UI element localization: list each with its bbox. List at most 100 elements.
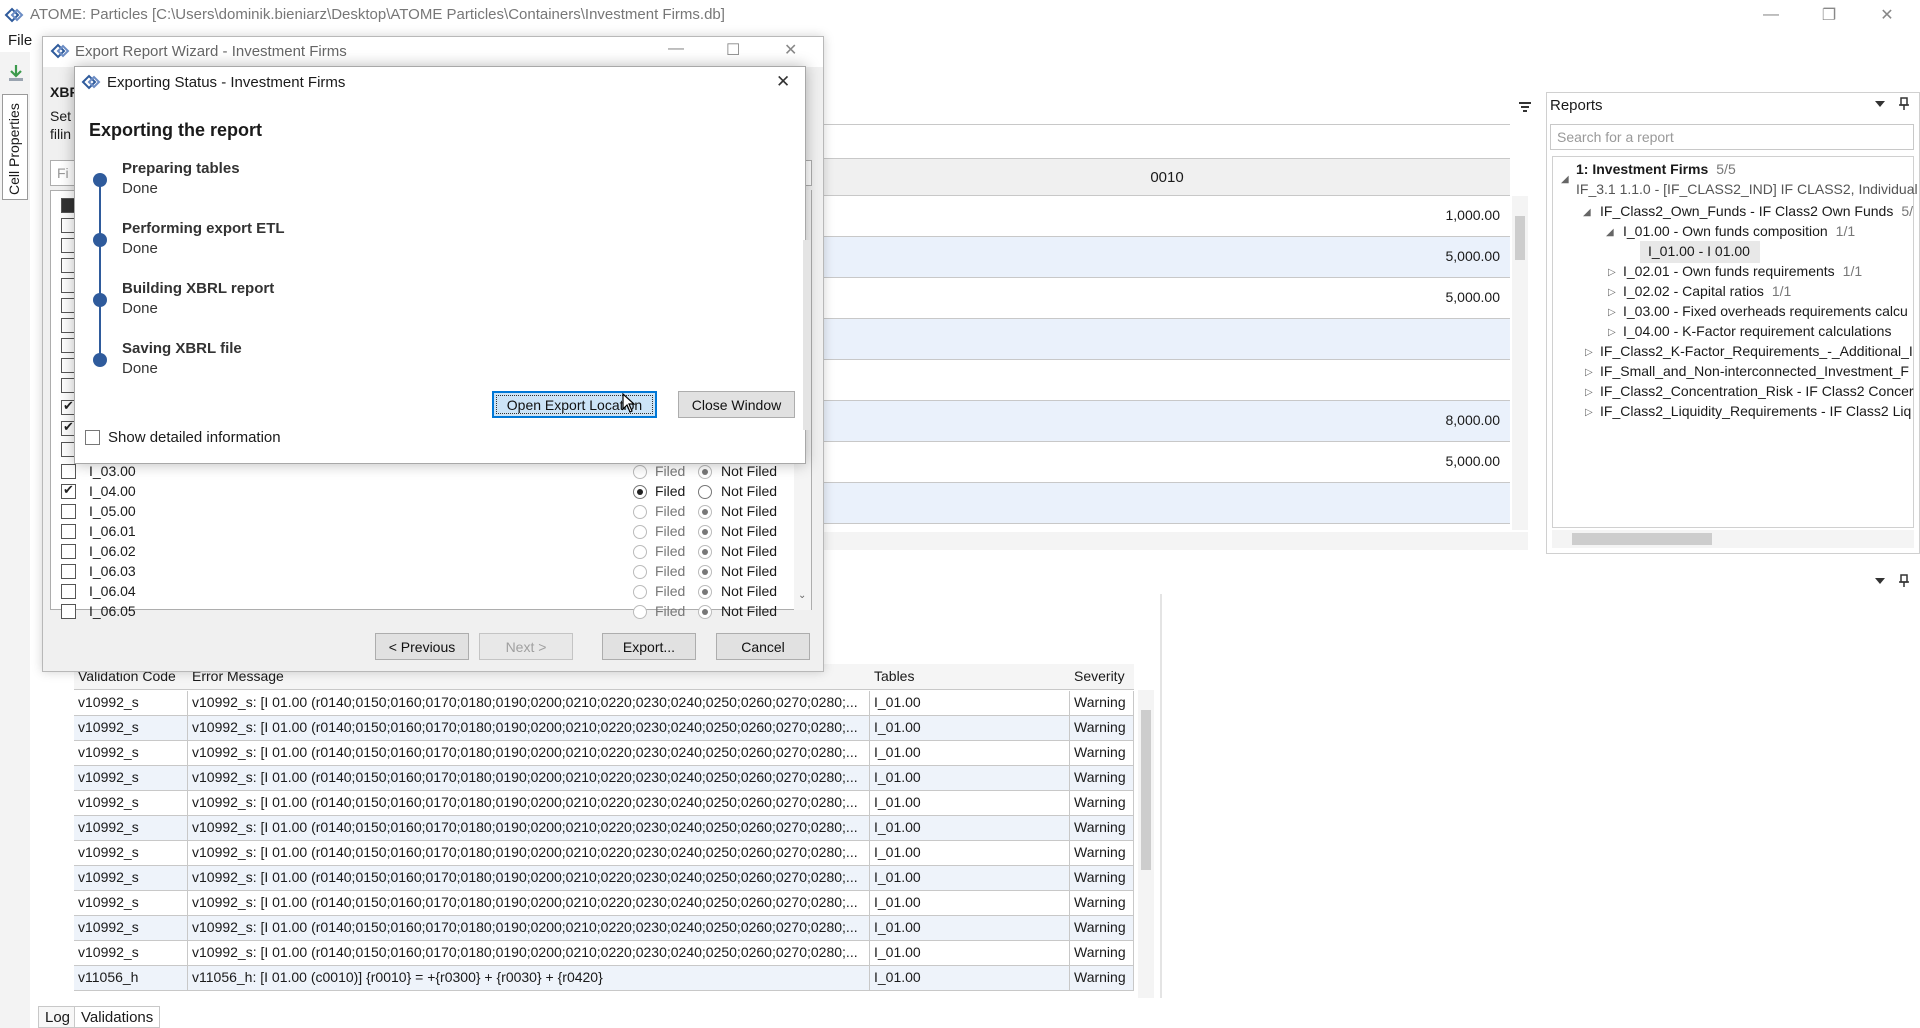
row-checkbox[interactable] (61, 524, 76, 539)
wizard-maximize-button[interactable]: ☐ (726, 40, 740, 60)
tree-expanded-icon[interactable]: ◢ (1606, 227, 1614, 238)
tree-node[interactable]: IF_Class2_K-Factor_Requirements_-_Additi… (1600, 343, 1913, 359)
grid-row[interactable]: 5,000.00 (824, 278, 1510, 319)
tree-collapsed-icon[interactable]: ▷ (1608, 267, 1616, 278)
reports-horizontal-scrollbar[interactable] (1552, 530, 1914, 548)
filed-radio[interactable] (633, 485, 647, 499)
list-item[interactable]: I_06.03 Filed Not Filed (58, 562, 798, 582)
not-filed-radio[interactable] (698, 565, 712, 579)
scroll-thumb[interactable] (1515, 216, 1525, 260)
tree-node[interactable]: I_04.00 - K-Factor requirement calculati… (1623, 323, 1891, 339)
tree-expanded-icon[interactable]: ◢ (1583, 207, 1591, 218)
panel-dropdown-icon[interactable] (1874, 99, 1886, 109)
show-detail-label[interactable]: Show detailed information (108, 429, 281, 446)
export-button[interactable]: Export... (602, 633, 696, 660)
tab-cell-properties[interactable]: Cell Properties (2, 94, 28, 200)
grid-horizontal-scrollbar[interactable] (824, 532, 1528, 550)
tree-collapsed-icon[interactable]: ▷ (1608, 327, 1616, 338)
wizard-minimize-button[interactable]: — (668, 40, 684, 58)
show-detail-checkbox[interactable] (85, 430, 100, 445)
table-row[interactable]: v10992_s v10992_s: [I 01.00 (r0140;0150;0… (74, 766, 1134, 791)
tree-collapsed-icon[interactable]: ▷ (1608, 307, 1616, 318)
row-checkbox[interactable] (61, 584, 76, 599)
list-item[interactable]: I_06.05 Filed Not Filed (58, 602, 798, 622)
tree-node[interactable]: IF_Class2_Liquidity_Requirements - IF Cl… (1600, 403, 1911, 419)
table-row[interactable]: v10992_s v10992_s: [I 01.00 (r0140;0150;0… (74, 841, 1134, 866)
close-window-button[interactable]: Close Window (678, 391, 795, 418)
grid-row[interactable]: 8,000.00 (824, 401, 1510, 442)
scroll-down-icon[interactable]: ⌄ (798, 590, 806, 601)
grid-row[interactable]: 5,000.00 (824, 237, 1510, 278)
filed-radio[interactable] (633, 505, 647, 519)
filter-icon[interactable] (1518, 100, 1532, 114)
not-filed-radio[interactable] (698, 465, 712, 479)
row-checkbox[interactable] (61, 604, 76, 619)
table-row[interactable]: v10992_s v10992_s: [I 01.00 (r0140;0150;0… (74, 741, 1134, 766)
filed-radio[interactable] (633, 525, 647, 539)
pin-icon[interactable] (1898, 97, 1910, 111)
list-item[interactable]: I_06.02 Filed Not Filed (58, 542, 798, 562)
filed-radio[interactable] (633, 545, 647, 559)
table-row[interactable]: v10992_s v10992_s: [I 01.00 (r0140;0150;0… (74, 791, 1134, 816)
grid-row[interactable] (824, 360, 1510, 401)
close-app-button[interactable]: ✕ (1858, 0, 1916, 30)
filed-radio[interactable] (633, 565, 647, 579)
wizard-close-button[interactable]: ✕ (784, 40, 797, 60)
table-row[interactable]: v10992_s v10992_s: [I 01.00 (r0140;0150;0… (74, 941, 1134, 966)
scroll-thumb[interactable] (1572, 533, 1712, 545)
filed-radio[interactable] (633, 585, 647, 599)
not-filed-radio[interactable] (698, 505, 712, 519)
row-checkbox[interactable] (61, 504, 76, 519)
filed-radio[interactable] (633, 605, 647, 619)
tree-node[interactable]: IF_Class2_Concentration_Risk - IF Class2… (1600, 383, 1914, 399)
row-checkbox[interactable] (61, 464, 76, 479)
tree-node[interactable]: I_02.02 - Capital ratios 1/1 (1623, 283, 1791, 299)
next-button[interactable]: Next > (479, 633, 573, 660)
previous-button[interactable]: < Previous (375, 633, 469, 660)
tree-node[interactable]: IF_Small_and_Non-interconnected_Investme… (1600, 363, 1909, 379)
table-row[interactable]: v11056_h v11056_h: [I 01.00 (c0010)] {r00… (74, 966, 1134, 991)
grid-row[interactable]: 1,000.00 (824, 196, 1510, 237)
grid-row[interactable]: 5,000.00 (824, 442, 1510, 483)
not-filed-radio[interactable] (698, 525, 712, 539)
table-row[interactable]: v10992_s v10992_s: [I 01.00 (r0140;0150;0… (74, 916, 1134, 941)
tree-collapsed-icon[interactable]: ▷ (1608, 287, 1616, 298)
list-item[interactable]: I_06.04 Filed Not Filed (58, 582, 798, 602)
header-severity[interactable]: Severity (1070, 664, 1134, 690)
tree-collapsed-icon[interactable]: ▷ (1585, 387, 1593, 398)
panel-splitter[interactable] (1160, 594, 1162, 998)
not-filed-radio[interactable] (698, 585, 712, 599)
table-row[interactable]: v10992_s v10992_s: [I 01.00 (r0140;0150;0… (74, 691, 1134, 716)
table-row[interactable]: v10992_s v10992_s: [I 01.00 (r0140;0150;0… (74, 716, 1134, 741)
menu-file[interactable]: File (8, 32, 32, 49)
grid-row[interactable] (824, 319, 1510, 360)
row-checkbox[interactable] (61, 564, 76, 579)
tree-collapsed-icon[interactable]: ▷ (1585, 407, 1593, 418)
grid-row[interactable] (824, 483, 1510, 524)
grid-vertical-scrollbar[interactable] (1512, 196, 1528, 530)
list-item[interactable]: I_06.01 Filed Not Filed (58, 522, 798, 542)
tab-log[interactable]: Log (38, 1006, 78, 1028)
not-filed-radio[interactable] (698, 545, 712, 559)
not-filed-radio[interactable] (698, 485, 712, 499)
cancel-button[interactable]: Cancel (716, 633, 810, 660)
validations-vertical-scrollbar[interactable] (1138, 690, 1154, 998)
status-close-button[interactable]: ✕ (776, 72, 790, 92)
tree-node[interactable]: I_03.00 - Fixed overheads requirements c… (1623, 303, 1908, 319)
minimize-button[interactable]: — (1742, 0, 1800, 30)
tree-node[interactable]: I_02.01 - Own funds requirements 1/1 (1623, 263, 1862, 279)
table-row[interactable]: v10992_s v10992_s: [I 01.00 (r0140;0150;0… (74, 816, 1134, 841)
tab-validations[interactable]: Validations (74, 1006, 161, 1028)
pin-icon[interactable] (1898, 574, 1910, 588)
not-filed-radio[interactable] (698, 605, 712, 619)
status-dialog-scrollbar[interactable] (803, 240, 811, 430)
table-row[interactable]: v10992_s v10992_s: [I 01.00 (r0140;0150;0… (74, 891, 1134, 916)
download-icon[interactable] (8, 64, 24, 82)
tree-expanded-icon[interactable]: ◢ (1561, 174, 1569, 185)
tree-collapsed-icon[interactable]: ▷ (1585, 367, 1593, 378)
tree-node-selected[interactable]: I_01.00 - I 01.00 (1640, 241, 1760, 263)
tree-node[interactable]: 1: Investment Firms 5/5 (1576, 161, 1736, 177)
filed-radio[interactable] (633, 465, 647, 479)
tree-collapsed-icon[interactable]: ▷ (1585, 347, 1593, 358)
scroll-thumb[interactable] (1141, 710, 1151, 870)
